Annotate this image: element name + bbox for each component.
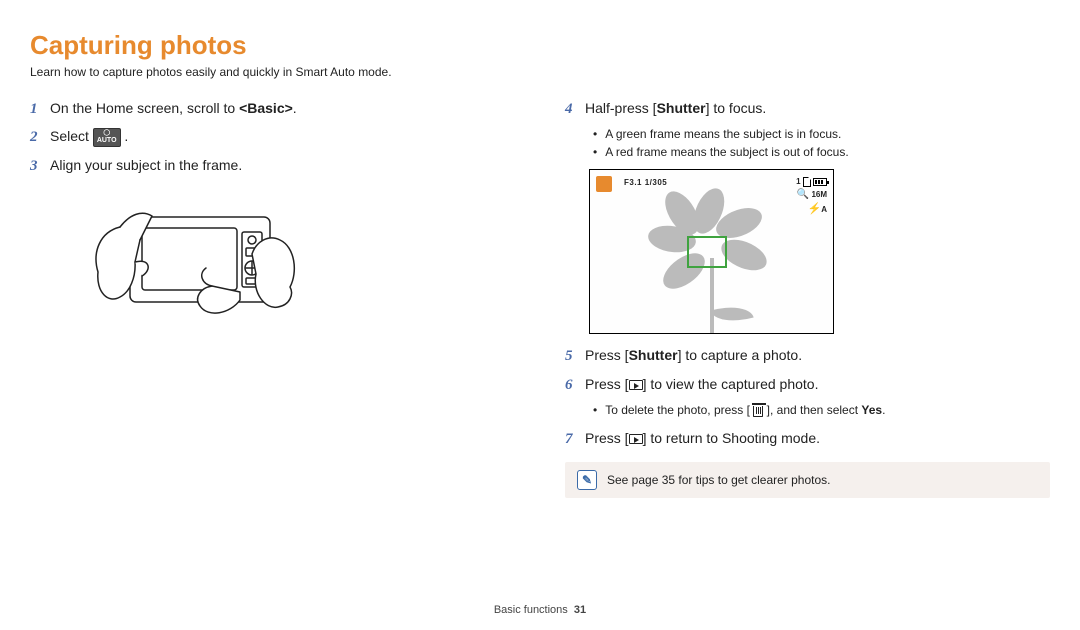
tip-callout: ✎ See page 35 for tips to get clearer ph… <box>565 462 1050 498</box>
text: Press [ <box>585 376 629 392</box>
emphasis: <Basic> <box>239 100 293 116</box>
step-text: Press [Shutter] to capture a photo. <box>585 344 802 366</box>
step-text: Select ◯AUTO . <box>50 125 128 147</box>
step-number: 4 <box>565 101 585 118</box>
bullet: A red frame means the subject is out of … <box>593 143 1050 161</box>
flash-icon: ⚡ <box>808 203 822 215</box>
flash-mode: A <box>821 205 827 214</box>
lcd-preview-illustration: F3.1 1/305 1 🔍 16M ⚡A <box>589 169 834 334</box>
text: On the Home screen, scroll to <box>50 100 239 116</box>
step-text: Press [ ] to view the captured photo. <box>585 373 818 395</box>
image-size: 16M <box>811 190 827 199</box>
step-text: On the Home screen, scroll to <Basic>. <box>50 97 297 119</box>
playback-icon <box>629 434 643 444</box>
text: Select <box>50 128 93 144</box>
text: Press [ <box>585 430 629 446</box>
left-column: 1 On the Home screen, scroll to <Basic>.… <box>30 97 515 498</box>
text: . <box>124 128 128 144</box>
step-2: 2 Select ◯AUTO . <box>30 125 515 147</box>
battery-icon <box>813 178 827 186</box>
step-number: 2 <box>30 129 50 146</box>
text: ] to capture a photo. <box>678 347 803 363</box>
bullet: A green frame means the subject is in fo… <box>593 125 1050 143</box>
page-title: Capturing photos <box>30 30 1050 61</box>
step-text: Press [ ] to return to Shooting mode. <box>585 427 820 449</box>
smart-auto-icon: ◯AUTO <box>93 128 121 148</box>
camera-hold-illustration <box>90 192 300 342</box>
page-number: 31 <box>574 604 586 616</box>
step-3: 3 Align your subject in the frame. <box>30 154 515 176</box>
lcd-status-icons: 1 🔍 16M ⚡A <box>796 176 827 217</box>
text: ] to view the captured photo. <box>643 376 819 392</box>
step-text: Align your subject in the frame. <box>50 154 242 176</box>
flower-stem <box>710 258 714 333</box>
step-4: 4 Half-press [Shutter] to focus. <box>565 97 1050 119</box>
note-icon: ✎ <box>577 470 597 490</box>
focus-frame <box>687 236 727 268</box>
magnify-icon: 🔍 <box>797 189 809 200</box>
text: . <box>882 403 885 417</box>
macro-icon <box>596 176 612 192</box>
step-text: Half-press [Shutter] to focus. <box>585 97 766 119</box>
text: . <box>293 100 297 116</box>
trash-icon <box>753 406 763 417</box>
exposure-readout: F3.1 1/305 <box>624 178 667 187</box>
text: ] to focus. <box>706 100 767 116</box>
flower-leaf <box>710 301 753 329</box>
step-number: 7 <box>565 431 585 448</box>
page-footer: Basic functions 31 <box>0 604 1080 616</box>
step-number: 5 <box>565 348 585 365</box>
emphasis: Yes <box>861 403 882 417</box>
bullet: To delete the photo, press [ ], and then… <box>593 401 1050 419</box>
note-text: See page 35 for tips to get clearer phot… <box>607 473 830 487</box>
step-6: 6 Press [ ] to view the captured photo. <box>565 373 1050 395</box>
two-column-layout: 1 On the Home screen, scroll to <Basic>.… <box>30 97 1050 498</box>
text: Half-press [ <box>585 100 657 116</box>
card-icon <box>803 177 811 187</box>
step-number: 6 <box>565 377 585 394</box>
footer-section: Basic functions <box>494 604 568 616</box>
text: ] to return to Shooting mode. <box>643 430 820 446</box>
step-5: 5 Press [Shutter] to capture a photo. <box>565 344 1050 366</box>
playback-icon <box>629 380 643 390</box>
right-column: 4 Half-press [Shutter] to focus. A green… <box>565 97 1050 498</box>
text: Press [ <box>585 347 629 363</box>
step-6-bullets: To delete the photo, press [ ], and then… <box>593 401 1050 419</box>
step-number: 1 <box>30 101 50 118</box>
emphasis: Shutter <box>657 100 706 116</box>
text: To delete the photo, press [ <box>605 403 753 417</box>
step-7: 7 Press [ ] to return to Shooting mode. <box>565 427 1050 449</box>
step-4-bullets: A green frame means the subject is in fo… <box>593 125 1050 161</box>
intro-text: Learn how to capture photos easily and q… <box>30 65 1050 79</box>
step-number: 3 <box>30 158 50 175</box>
step-1: 1 On the Home screen, scroll to <Basic>. <box>30 97 515 119</box>
shot-count: 1 <box>796 177 800 186</box>
text: ], and then select <box>763 403 861 417</box>
emphasis: Shutter <box>629 347 678 363</box>
